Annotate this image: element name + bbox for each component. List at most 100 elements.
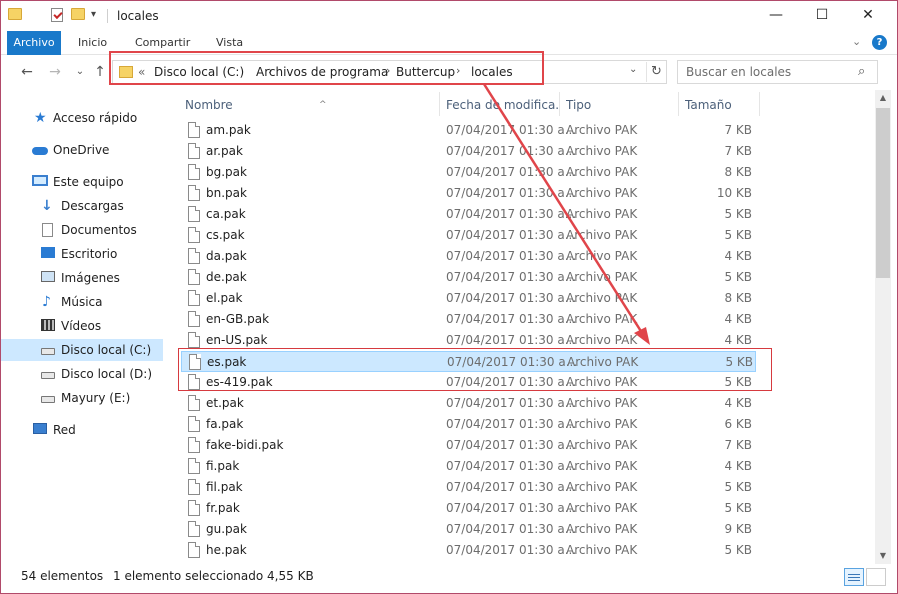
file-date: 07/04/2017 01:30 a... bbox=[446, 207, 577, 221]
vertical-scrollbar[interactable]: ▲ ▼ bbox=[875, 90, 891, 564]
forward-button[interactable]: → bbox=[46, 63, 64, 81]
music-icon: ♪ bbox=[42, 294, 51, 310]
file-type: Archivo PAK bbox=[566, 144, 638, 158]
column-divider[interactable] bbox=[759, 92, 760, 116]
sidebar-item-onedrive[interactable]: OneDrive bbox=[1, 139, 163, 161]
file-name: fake-bidi.pak bbox=[206, 438, 284, 452]
sidebar-item-documentos[interactable]: Documentos bbox=[1, 219, 163, 241]
table-row[interactable]: el.pak 07/04/2017 01:30 a... Archivo PAK 8 … bbox=[181, 288, 756, 309]
table-row[interactable]: fake-bidi.pak 07/04/2017 01:30 a... Archiv… bbox=[181, 435, 756, 456]
title-bar: ▾ locales — ☐ ✕ bbox=[1, 1, 897, 31]
file-name: bg.pak bbox=[206, 165, 247, 179]
sidebar-item-red[interactable]: Red bbox=[1, 419, 163, 441]
tab-inicio[interactable]: Inicio bbox=[78, 31, 107, 55]
tab-archivo[interactable]: Archivo bbox=[7, 31, 61, 55]
back-button[interactable]: ← bbox=[18, 63, 36, 81]
file-date: 07/04/2017 01:30 a... bbox=[446, 312, 577, 326]
rows-highlight-annotation bbox=[178, 348, 772, 391]
file-size: 6 KB bbox=[724, 417, 752, 431]
column-divider[interactable] bbox=[559, 92, 560, 116]
scroll-up-icon[interactable]: ▲ bbox=[875, 90, 891, 106]
sidebar-item-mayury-e[interactable]: Mayury (E:) bbox=[1, 387, 163, 409]
expand-ribbon-icon[interactable]: ⌄ bbox=[852, 35, 861, 48]
file-name: de.pak bbox=[206, 270, 247, 284]
file-size: 5 KB bbox=[724, 480, 752, 494]
details-view-icon[interactable] bbox=[844, 568, 864, 586]
column-divider[interactable] bbox=[439, 92, 440, 116]
sidebar-item-label: Descargas bbox=[61, 199, 124, 213]
file-date: 07/04/2017 01:30 a... bbox=[446, 228, 577, 242]
table-row[interactable]: fi.pak 07/04/2017 01:30 a... Archivo PAK 4 … bbox=[181, 456, 756, 477]
table-row[interactable]: he.pak 07/04/2017 01:30 a... Archivo PAK 5 … bbox=[181, 540, 756, 561]
large-icons-view-icon[interactable] bbox=[866, 568, 886, 586]
sidebar-item-videos[interactable]: Vídeos bbox=[1, 315, 163, 337]
recent-locations-button[interactable]: ⌄ bbox=[71, 63, 89, 81]
selection-info: 1 elemento seleccionado 4,55 KB bbox=[113, 569, 314, 583]
table-row[interactable]: gu.pak 07/04/2017 01:30 a... Archivo PAK 9 … bbox=[181, 519, 756, 540]
file-date: 07/04/2017 01:30 a... bbox=[446, 396, 577, 410]
sidebar-item-disco-local-c[interactable]: Disco local (C:) bbox=[1, 339, 163, 361]
star-icon: ★ bbox=[34, 110, 47, 126]
file-date: 07/04/2017 01:30 a... bbox=[446, 522, 577, 536]
help-icon[interactable]: ? bbox=[872, 35, 887, 50]
table-row[interactable]: cs.pak 07/04/2017 01:30 a... Archivo PAK 5 … bbox=[181, 225, 756, 246]
new-folder-icon[interactable] bbox=[71, 8, 85, 20]
table-row[interactable]: ar.pak 07/04/2017 01:30 a... Archivo PAK 7 … bbox=[181, 141, 756, 162]
title-separator bbox=[107, 9, 108, 23]
file-icon bbox=[188, 395, 200, 411]
table-row[interactable]: en-GB.pak 07/04/2017 01:30 a... Archivo PA… bbox=[181, 309, 756, 330]
sidebar-item-imagenes[interactable]: Imágenes bbox=[1, 267, 163, 289]
file-icon bbox=[188, 143, 200, 159]
table-row[interactable]: fr.pak 07/04/2017 01:30 a... Archivo PAK 5 … bbox=[181, 498, 756, 519]
sidebar-item-disco-local-d[interactable]: Disco local (D:) bbox=[1, 363, 163, 385]
sort-ascending-icon: ^ bbox=[319, 100, 327, 110]
column-header-label: Nombre bbox=[185, 98, 233, 112]
table-row[interactable]: fil.pak 07/04/2017 01:30 a... Archivo PAK 5… bbox=[181, 477, 756, 498]
file-type: Archivo PAK bbox=[566, 123, 638, 137]
scroll-down-icon[interactable]: ▼ bbox=[875, 548, 891, 564]
maximize-button[interactable]: ☐ bbox=[799, 1, 845, 31]
file-type: Archivo PAK bbox=[566, 186, 638, 200]
column-header-name[interactable]: Nombre ^ bbox=[185, 94, 440, 116]
sidebar-item-label: Música bbox=[61, 295, 103, 309]
column-divider[interactable] bbox=[678, 92, 679, 116]
quick-access-dropdown-icon[interactable]: ▾ bbox=[91, 9, 96, 20]
file-size: 10 KB bbox=[716, 186, 752, 200]
search-input[interactable]: Buscar en locales ⌕ bbox=[677, 60, 878, 84]
search-icon[interactable]: ⌕ bbox=[858, 64, 865, 79]
drive-icon bbox=[41, 348, 55, 355]
sidebar-item-escritorio[interactable]: Escritorio bbox=[1, 243, 163, 265]
table-row[interactable]: et.pak 07/04/2017 01:30 a... Archivo PAK 4 … bbox=[181, 393, 756, 414]
table-row[interactable]: am.pak 07/04/2017 01:30 a... Archivo PAK 7 … bbox=[181, 120, 756, 141]
table-row[interactable]: de.pak 07/04/2017 01:30 a... Archivo PAK 5 … bbox=[181, 267, 756, 288]
file-date: 07/04/2017 01:30 a... bbox=[446, 249, 577, 263]
table-row[interactable]: bn.pak 07/04/2017 01:30 a... Archivo PAK 10… bbox=[181, 183, 756, 204]
file-date: 07/04/2017 01:30 a... bbox=[446, 333, 577, 347]
file-icon bbox=[188, 122, 200, 138]
refresh-icon[interactable]: ↻ bbox=[646, 62, 666, 82]
file-date: 07/04/2017 01:30 a... bbox=[446, 270, 577, 284]
table-row[interactable]: da.pak 07/04/2017 01:30 a... Archivo PAK 4 … bbox=[181, 246, 756, 267]
table-row[interactable]: fa.pak 07/04/2017 01:30 a... Archivo PAK 6 … bbox=[181, 414, 756, 435]
sidebar-item-este-equipo[interactable]: Este equipo bbox=[1, 171, 163, 193]
scrollbar-thumb[interactable] bbox=[876, 108, 890, 278]
file-size: 9 KB bbox=[724, 522, 752, 536]
properties-icon[interactable] bbox=[51, 8, 63, 22]
column-header-type[interactable]: Tipo bbox=[566, 94, 676, 116]
column-header-date[interactable]: Fecha de modifica... bbox=[446, 94, 558, 116]
table-row[interactable]: ca.pak 07/04/2017 01:30 a... Archivo PAK 5 … bbox=[181, 204, 756, 225]
address-dropdown-icon[interactable]: ⌄ bbox=[629, 64, 637, 75]
file-icon bbox=[188, 290, 200, 306]
column-header-size[interactable]: Tamaño bbox=[685, 94, 755, 116]
file-icon bbox=[188, 500, 200, 516]
sidebar-item-musica[interactable]: ♪ Música bbox=[1, 291, 163, 313]
file-size: 8 KB bbox=[724, 291, 752, 305]
sidebar-item-acceso-rapido[interactable]: ★ Acceso rápido bbox=[1, 107, 163, 129]
minimize-button[interactable]: — bbox=[753, 1, 799, 31]
up-button[interactable]: ↑ bbox=[91, 63, 109, 81]
sidebar-item-descargas[interactable]: ↓ Descargas bbox=[1, 195, 163, 217]
file-size: 4 KB bbox=[724, 333, 752, 347]
table-row[interactable]: bg.pak 07/04/2017 01:30 a... Archivo PAK 8 … bbox=[181, 162, 756, 183]
file-name: gu.pak bbox=[206, 522, 247, 536]
close-button[interactable]: ✕ bbox=[845, 1, 891, 31]
